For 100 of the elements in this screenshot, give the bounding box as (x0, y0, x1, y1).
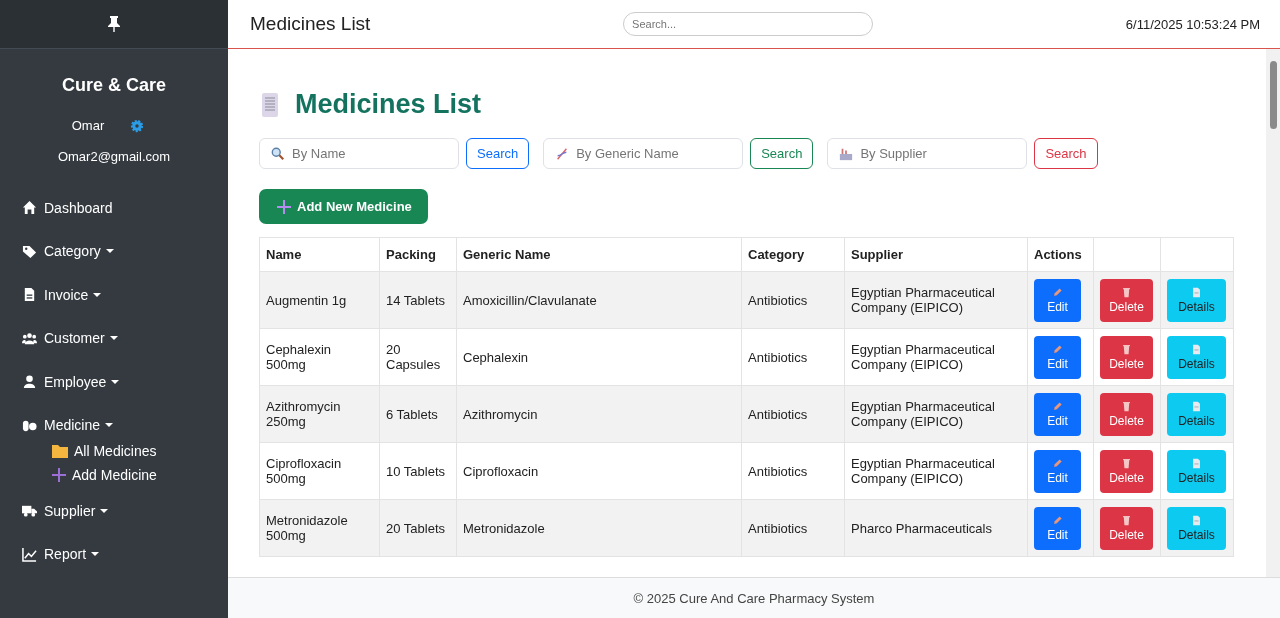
delete-button[interactable]: Delete (1100, 335, 1153, 379)
settings-icon[interactable] (130, 118, 145, 133)
submenu-item[interactable]: Add Medicine (52, 467, 157, 483)
dna-icon (555, 147, 570, 161)
sidebar-item[interactable]: Report (22, 532, 100, 576)
sidebar-item[interactable]: Supplier (22, 489, 109, 533)
page-icon (1191, 514, 1202, 526)
table-cell: Egyptian Pharmaceutical Company (EIPICO) (851, 342, 995, 372)
submenu-item[interactable]: All Medicines (52, 443, 157, 459)
table-cell: Antibiotics (748, 292, 808, 308)
date-time: 6/11/2025 10:53:24 PM (1125, 16, 1260, 32)
add-medicine-button[interactable]: Add New Medicine (259, 189, 428, 224)
trash-icon (1121, 514, 1132, 526)
table-cell: 20 Capsules (386, 342, 441, 372)
trash-icon (1121, 400, 1132, 412)
table-cell: Metronidazole (463, 520, 545, 536)
table-cell: 20 Tablets (386, 520, 446, 536)
document-icon (22, 287, 37, 303)
pencil-icon (1052, 286, 1063, 298)
table-cell: Egyptian Pharmaceutical Company (EIPICO) (851, 285, 995, 315)
table-cell: Cephalexin 500mg (266, 342, 332, 372)
search-button[interactable]: Search (750, 138, 814, 169)
delete-button[interactable]: Delete (1100, 449, 1153, 493)
user-name: Omar (71, 118, 105, 133)
search-field[interactable]: By Name (259, 138, 459, 169)
pencil-icon (1052, 457, 1063, 469)
column-header: Generic Name (456, 237, 742, 272)
details-button[interactable]: Details (1167, 335, 1226, 379)
sidebar-item[interactable]: Employee (22, 360, 120, 404)
edit-button[interactable]: Edit (1034, 449, 1081, 493)
column-header: Name (259, 237, 380, 272)
table-cell: Egyptian Pharmaceutical Company (EIPICO) (851, 399, 995, 429)
column-header: Category (741, 237, 845, 272)
table-cell: Antibiotics (748, 349, 808, 365)
column-header: Supplier (844, 237, 1028, 272)
details-button[interactable]: Details (1167, 278, 1226, 322)
search-field[interactable]: By Supplier (827, 138, 1028, 169)
table-cell: Ciprofloxacin 500mg (266, 456, 342, 486)
pencil-icon (1052, 400, 1063, 412)
sidebar-item[interactable]: Invoice (22, 273, 102, 317)
pencil-icon (1052, 343, 1063, 355)
page-icon (1191, 457, 1202, 469)
plus-icon (277, 199, 291, 214)
column-header: Actions (1027, 237, 1094, 272)
sidebar-item[interactable]: Category (22, 229, 114, 273)
edit-button[interactable]: Edit (1034, 335, 1081, 379)
search-field[interactable]: Search... (623, 12, 874, 36)
table-cell: Amoxicillin/Clavulanate (463, 292, 597, 308)
table-cell: Pharco Pharmaceuticals (851, 520, 992, 536)
tag-icon (22, 243, 37, 259)
sidebar-item[interactable]: Customer (22, 316, 118, 360)
edit-button[interactable]: Edit (1034, 506, 1081, 550)
details-button[interactable]: Details (1167, 392, 1226, 436)
table-cell: Egyptian Pharmaceutical Company (EIPICO) (851, 456, 995, 486)
table-cell: Antibiotics (748, 406, 808, 422)
table-cell: Metronidazole 500mg (266, 513, 348, 543)
pin-icon[interactable] (107, 15, 121, 33)
table-cell: Antibiotics (748, 520, 808, 536)
scroll-icon (259, 91, 281, 118)
details-button[interactable]: Details (1167, 506, 1226, 550)
search-button[interactable]: Search (466, 138, 530, 169)
magnifier-icon (271, 147, 285, 161)
home-icon (22, 200, 37, 216)
table-cell: Azithromycin (463, 406, 538, 422)
edit-button[interactable]: Edit (1034, 392, 1081, 436)
people-icon (22, 330, 37, 346)
table-cell: Azithromycin 250mg (266, 399, 341, 429)
delete-button[interactable]: Delete (1100, 506, 1153, 550)
search-button[interactable]: Search (1034, 138, 1098, 169)
table-cell: Augmentin 1g (266, 292, 347, 308)
page-title: Medicines List (250, 13, 371, 35)
trash-icon (1121, 457, 1132, 469)
page-icon (1191, 286, 1202, 298)
details-button[interactable]: Details (1167, 449, 1226, 493)
plus-icon (52, 468, 66, 482)
page-icon (1191, 400, 1202, 412)
folder-icon (52, 444, 68, 458)
footer-text: © 2025 Cure And Care Pharmacy System (228, 577, 1280, 618)
trash-icon (1121, 286, 1132, 298)
scrollbar-thumb[interactable] (1269, 61, 1277, 129)
column-header: Packing (379, 237, 457, 272)
sidebar-item[interactable]: Dashboard (22, 186, 113, 230)
user-email: Omar2@gmail.com (56, 149, 172, 164)
delete-button[interactable]: Delete (1100, 278, 1153, 322)
search-field[interactable]: By Generic Name (543, 138, 744, 169)
truck-icon (22, 503, 37, 519)
table-cell: 14 Tablets (386, 292, 446, 308)
table-cell: Ciprofloxacin (463, 463, 539, 479)
heading: Medicines List (295, 89, 482, 120)
pencil-icon (1052, 514, 1063, 526)
brand-name: Cure & Care (60, 75, 167, 96)
trash-icon (1121, 343, 1132, 355)
table-cell: Cephalexin (463, 349, 529, 365)
table-cell: Antibiotics (748, 463, 808, 479)
table-cell: 10 Tablets (386, 463, 446, 479)
table-cell: 6 Tablets (386, 406, 438, 422)
edit-button[interactable]: Edit (1034, 278, 1081, 322)
factory-icon (839, 147, 854, 161)
line-chart-icon (22, 546, 37, 562)
delete-button[interactable]: Delete (1100, 392, 1153, 436)
